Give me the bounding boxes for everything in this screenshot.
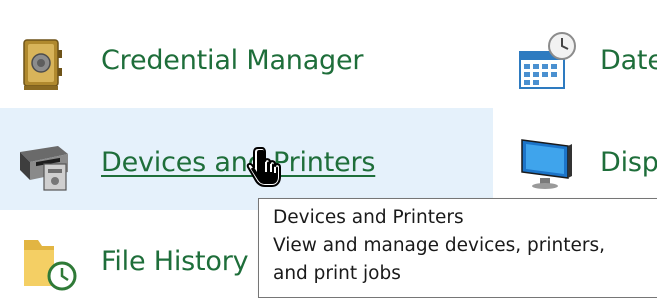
tooltip-title: Devices and Printers xyxy=(273,207,464,228)
tooltip-description-line-2: and print jobs xyxy=(273,263,401,284)
devices-and-printers-link[interactable]: Devices and Printers xyxy=(101,147,375,178)
hand-pointer-cursor-icon xyxy=(246,147,281,187)
tooltip-description-line-1: View and manage devices, printers, xyxy=(273,235,606,256)
credential-manager-safe-icon xyxy=(23,39,62,90)
display-link[interactable]: Disp xyxy=(600,147,657,178)
tooltip: Devices and Printers View and manage dev… xyxy=(258,198,657,298)
display-monitor-icon xyxy=(521,139,572,189)
credential-manager-link[interactable]: Credential Manager xyxy=(101,45,364,76)
date-time-calendar-clock-icon xyxy=(519,32,576,89)
date-and-time-link[interactable]: Date xyxy=(600,45,657,76)
file-history-link[interactable]: File History xyxy=(101,246,249,277)
file-history-folder-icon xyxy=(24,240,77,291)
devices-printers-icon xyxy=(20,146,68,191)
